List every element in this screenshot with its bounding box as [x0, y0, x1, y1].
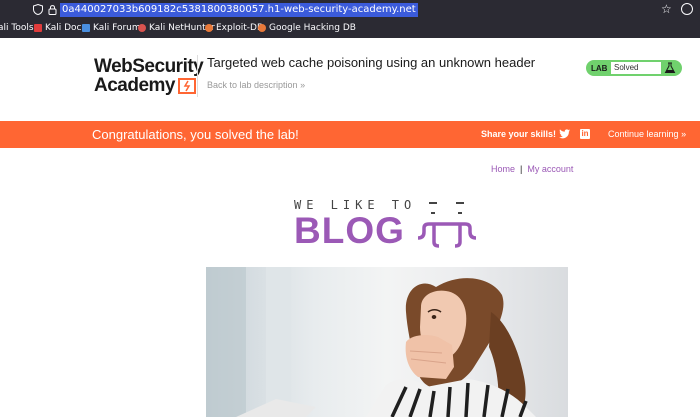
exploit-db-icon: [205, 24, 213, 32]
logo-line2: Academy: [94, 76, 203, 95]
url-bar[interactable]: 0a440027033b609182c5381800380057.h1-web-…: [0, 0, 700, 20]
top-nav: Home | My account: [491, 164, 573, 174]
blog-main: Home | My account WE LIKE TO BLOG: [0, 148, 700, 417]
linkedin-icon[interactable]: in: [580, 129, 590, 139]
chevron-right-icon: »: [681, 129, 687, 139]
bookmark-label: Google Hacking DB: [269, 23, 356, 33]
logo-bracket-icon: [178, 77, 196, 94]
url-text[interactable]: 0a440027033b609182c5381800380057.h1-web-…: [60, 3, 418, 17]
bookmark-kali-docs[interactable]: Kali Docs: [34, 23, 86, 33]
bookmark-label: Kali Docs: [45, 23, 87, 33]
chevron-right-icon: »: [300, 80, 306, 90]
back-to-lab-description-link[interactable]: Back to lab description »: [207, 80, 305, 90]
nav-my-account-link[interactable]: My account: [527, 164, 573, 174]
ghdb-icon: [258, 24, 266, 32]
blog-hero-image: [206, 267, 568, 417]
bookmarks-toolbar: ali Tools Kali Docs Kali Forums Kali Net…: [0, 20, 700, 38]
lock-icon[interactable]: [48, 4, 57, 15]
nav-home-link[interactable]: Home: [491, 164, 515, 174]
logo-divider: [197, 55, 198, 97]
logo-line1: WebSecurity: [94, 56, 204, 77]
shield-icon[interactable]: [33, 4, 43, 15]
account-icon[interactable]: [681, 3, 693, 15]
blog-wordmark: BLOG: [294, 210, 405, 251]
bookmark-star-icon[interactable]: ☆: [661, 2, 672, 16]
share-skills-label: Share your skills!: [481, 129, 557, 139]
lab-title: Targeted web cache poisoning using an un…: [207, 55, 536, 70]
bookmark-kali-forums[interactable]: Kali Forums: [82, 23, 145, 33]
bookmark-google-hacking-db[interactable]: Google Hacking DB: [258, 23, 356, 33]
logo-line2-text: Academy: [94, 75, 176, 96]
web-security-academy-logo[interactable]: WebSecurity Academy: [94, 56, 204, 95]
congratulations-banner: Congratulations, you solved the lab! Sha…: [0, 121, 700, 148]
flask-icon: [664, 62, 676, 73]
back-link-label: Back to lab description: [207, 80, 298, 90]
browser-chrome: 0a440027033b609182c5381800380057.h1-web-…: [0, 0, 700, 38]
twitter-icon[interactable]: [559, 129, 570, 139]
lab-status-label: LAB: [591, 63, 608, 73]
congratulations-message: Congratulations, you solved the lab!: [92, 127, 299, 142]
we-like-to-blog-logo: WE LIKE TO BLOG: [294, 198, 477, 251]
bookmark-kali-nethunter[interactable]: Kali NetHunter: [138, 23, 215, 33]
kali-docs-icon: [34, 24, 42, 32]
lab-header: WebSecurity Academy Targeted web cache p…: [0, 38, 700, 121]
lab-status-badge: LAB Solved: [586, 60, 682, 76]
continue-learning-label: Continue learning: [608, 129, 679, 139]
nethunter-icon: [138, 24, 146, 32]
bookmark-label: ali Tools: [0, 23, 34, 33]
bookmark-kali-tools[interactable]: ali Tools: [0, 23, 34, 33]
bookmark-exploit-db[interactable]: Exploit-DB: [205, 23, 263, 33]
kali-forums-icon: [82, 24, 90, 32]
nav-separator: |: [520, 164, 523, 174]
blog-face-icon: [417, 202, 477, 248]
shocked-woman-photo: [206, 267, 536, 417]
lab-status-value: Solved: [611, 62, 661, 74]
bookmark-label: Exploit-DB: [216, 23, 264, 33]
continue-learning-link[interactable]: Continue learning »: [608, 129, 686, 139]
